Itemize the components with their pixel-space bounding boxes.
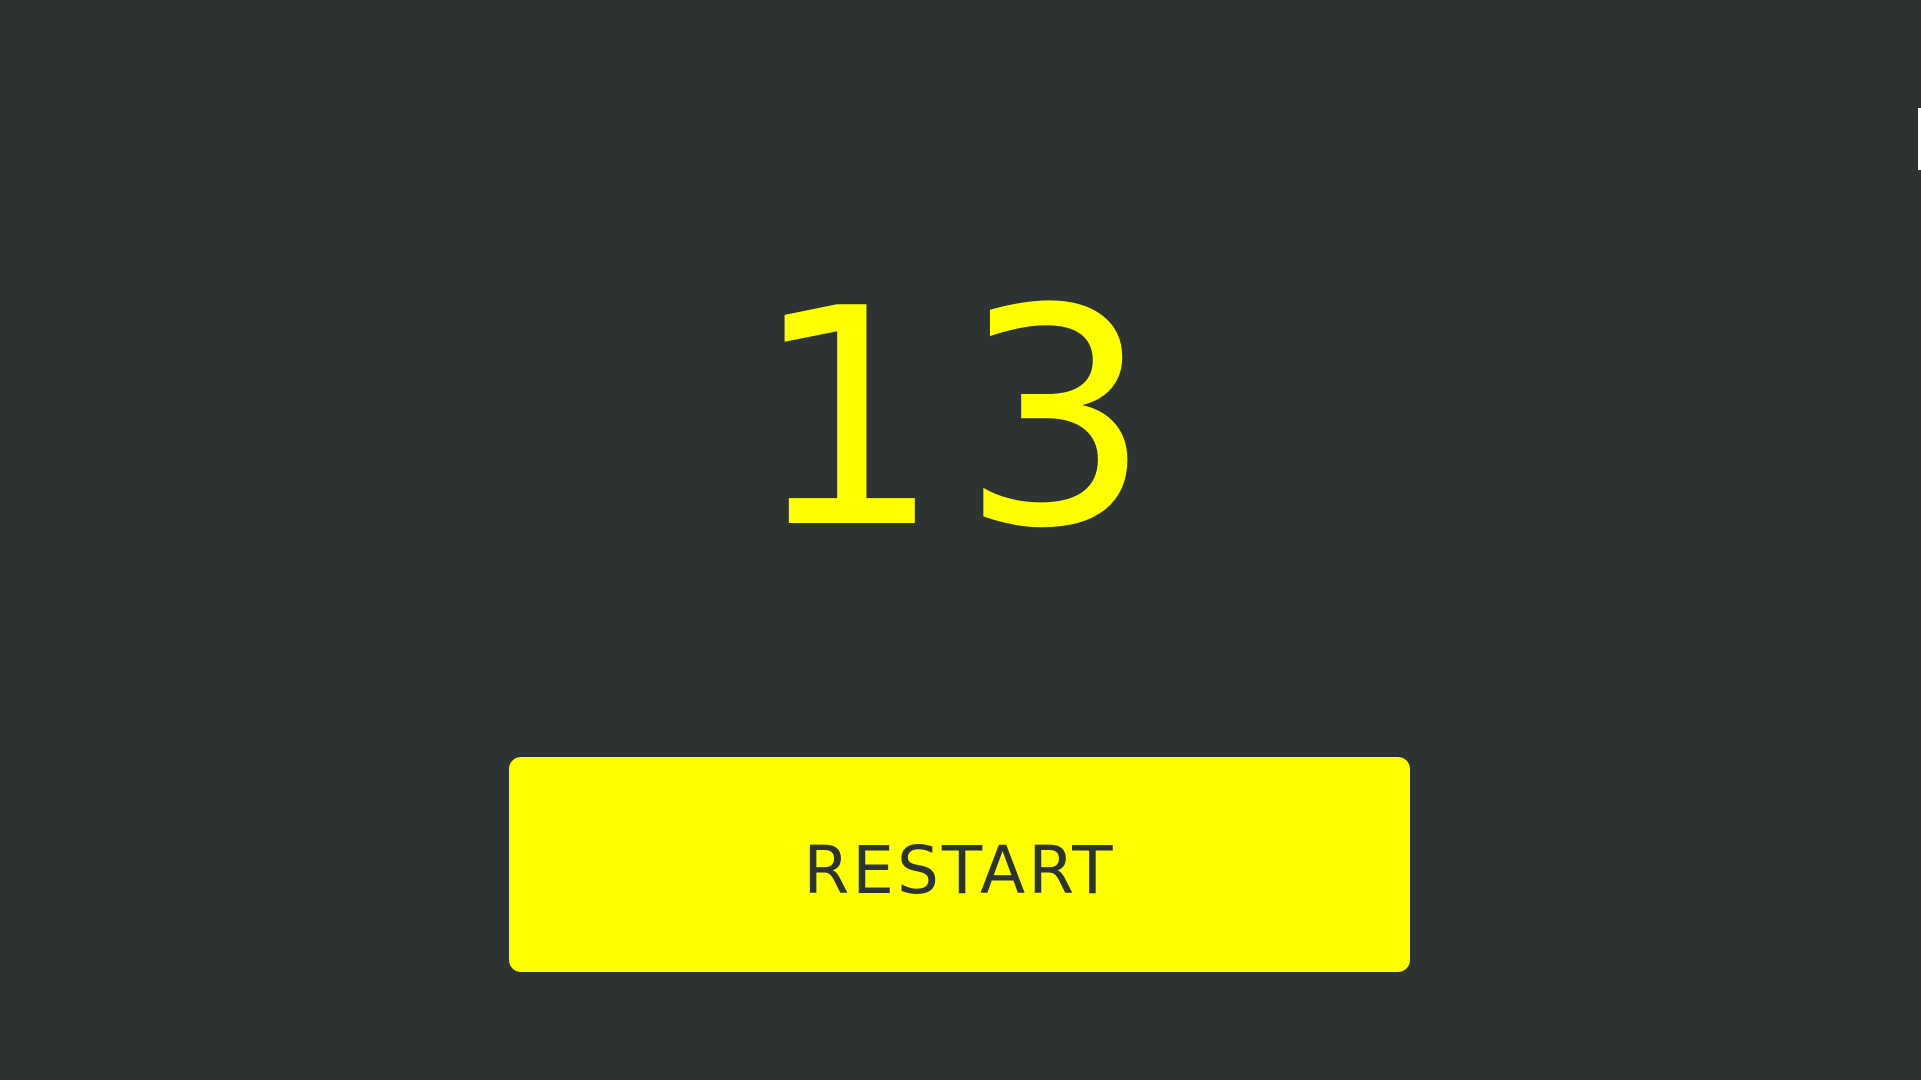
restart-button-label: RESTART (803, 832, 1116, 909)
score-display: 13 (751, 245, 1170, 594)
game-over-screen: 13 RESTART (0, 0, 1921, 1080)
restart-button[interactable]: RESTART (509, 757, 1410, 972)
